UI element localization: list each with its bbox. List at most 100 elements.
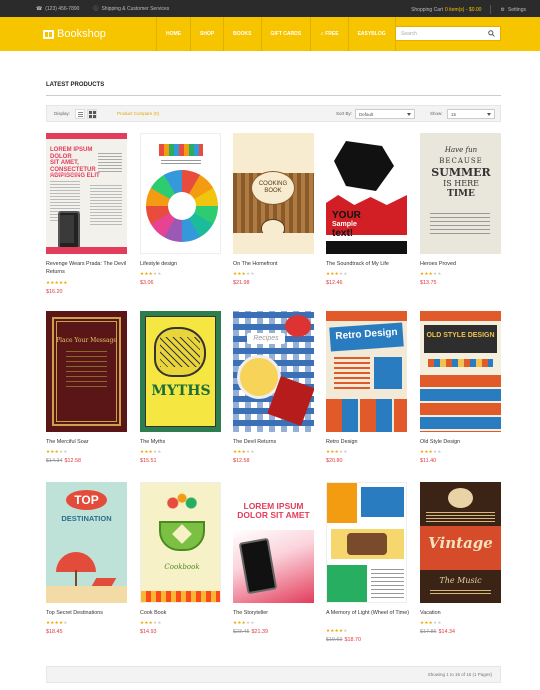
old-price: $23.45: [233, 629, 250, 635]
phone-number: (123) 456-7890: [45, 5, 80, 12]
cover-text: YOUR: [332, 210, 361, 221]
chevron-down-icon: [487, 113, 491, 116]
grid-icon: [93, 115, 96, 118]
product-price: $14.34 $12.58: [46, 458, 81, 464]
nav-easyblog[interactable]: EASYBLOG: [347, 17, 396, 51]
product-image[interactable]: TOP DESTINATION: [46, 482, 127, 603]
product-image[interactable]: Cookbook: [140, 482, 221, 603]
logo[interactable]: Bookshop: [43, 28, 106, 40]
nav-gift-cards[interactable]: GIFT CARDS: [260, 17, 311, 51]
product-image[interactable]: LOREM IPSUM DOLOR SIT AMET: [233, 482, 314, 603]
phone-info: ☎ (123) 456-7890: [36, 6, 79, 12]
show-value: 15: [451, 112, 457, 117]
price-value: $15.51: [140, 458, 157, 464]
product-compare-link[interactable]: Product Compare (0): [117, 111, 159, 116]
show-select[interactable]: 15: [447, 109, 495, 119]
product-name[interactable]: The Devil Returns: [233, 438, 321, 446]
sort-select[interactable]: Default: [355, 109, 415, 119]
pagination-info: Showing 1 to 15 of 15 (1 Pages): [427, 672, 492, 677]
price-value: $13.75: [420, 280, 437, 286]
product-name[interactable]: On The Homefront: [233, 260, 321, 268]
cart-link[interactable]: Shopping Cart 0 item(s) - $0.00: [411, 7, 481, 13]
product-image[interactable]: [326, 482, 407, 603]
cover-text: TOP: [66, 490, 107, 510]
product-price: $13.75: [420, 280, 437, 286]
nav-shop[interactable]: SHOP: [190, 17, 223, 51]
grid-view-button[interactable]: [87, 109, 97, 119]
product-name[interactable]: The Merciful Soar: [46, 438, 134, 446]
product-image[interactable]: Vintage The Music: [420, 482, 501, 603]
show-label: Show:: [430, 111, 443, 116]
cover-text: Recipes: [247, 333, 285, 344]
product-name[interactable]: Top Secret Destinations: [46, 609, 134, 617]
grid-icon: [93, 111, 96, 114]
product-price: $11.40: [420, 458, 436, 464]
product-name[interactable]: Retro Design: [326, 438, 414, 446]
product-image[interactable]: OLD STYLE DESIGN: [420, 311, 501, 432]
divider: [490, 5, 492, 14]
product-name[interactable]: The Storyteller: [233, 609, 321, 617]
product-image[interactable]: LOREM IPSUM DOLOR SIT AMET, CONSECTETUR …: [46, 133, 127, 254]
cover-text: LOREM IPSUM DOLOR: [50, 147, 93, 160]
search-placeholder: Search: [401, 31, 417, 37]
search-icon[interactable]: [488, 30, 495, 37]
price-value: $12.58: [64, 458, 82, 464]
product-image[interactable]: [140, 133, 221, 254]
product-name[interactable]: The Soundtrack of My Life: [326, 260, 414, 268]
search-input[interactable]: Search: [395, 26, 501, 41]
cover-text: SIT AMET, CONSECTETUR: [50, 160, 96, 173]
shipping-link[interactable]: ⓘ Shipping & Customer Services: [93, 5, 169, 13]
list-view-button[interactable]: [75, 109, 85, 119]
cover-text: Have fun: [444, 146, 478, 154]
phone-icon: ☎: [36, 5, 43, 12]
cover-text: DESTINATION: [61, 514, 112, 523]
section-title: LATEST PRODUCTS: [46, 82, 105, 88]
product-image[interactable]: Retro Design: [326, 311, 407, 432]
sort-value: Default: [359, 112, 374, 117]
product-name[interactable]: A Memory of Light (Wheel of Time): [326, 609, 414, 617]
product-name[interactable]: Revenge Wears Prada: The Devil Returns: [46, 260, 134, 276]
price-value: $20.80: [326, 458, 343, 464]
cover-text: OLD STYLE DESIGN: [426, 332, 495, 339]
product-price: $15.51: [140, 458, 157, 464]
price-value: $18.45: [46, 629, 63, 635]
nav-home[interactable]: HOME: [156, 17, 190, 51]
nav-free[interactable]: ♫ FREE: [310, 17, 347, 51]
product-name[interactable]: Old Style Design: [420, 438, 508, 446]
product-image[interactable]: Place Your Message: [46, 311, 127, 432]
old-price: $17.86: [420, 629, 437, 635]
price-value: $14.93: [140, 629, 157, 635]
divider: [46, 95, 501, 96]
rating-stars: ★★★★★: [233, 271, 255, 276]
cover-text: Place Your Message: [56, 337, 117, 344]
product-name[interactable]: Cook Book: [140, 609, 228, 617]
product-toolbar: Display: Product Compare (0) Sort By: De…: [46, 105, 501, 122]
price-value: $21.39: [251, 629, 269, 635]
settings-link[interactable]: ⚙ Settings: [500, 7, 526, 13]
rating-stars: ★★★★★: [46, 280, 68, 285]
main-nav: HOME SHOP BOOKS GIFT CARDS ♫ FREE EASYBL…: [156, 17, 396, 51]
price-value: $11.40: [420, 458, 437, 464]
rating-stars: ★★★★★: [326, 628, 348, 633]
cover-text: Cookbook: [164, 563, 200, 571]
product-image[interactable]: COOKING BOOK: [233, 133, 314, 254]
price-value: $21.98: [233, 280, 250, 286]
product-image[interactable]: MYTHS: [140, 311, 221, 432]
nav-books[interactable]: BOOKS: [223, 17, 260, 51]
product-image[interactable]: Have fun BECAUSE SUMMER IS HERE TIME: [420, 133, 501, 254]
rating-stars: ★★★★★: [233, 620, 255, 625]
rating-stars: ★★★★★: [46, 620, 68, 625]
product-image[interactable]: Recipes: [233, 311, 314, 432]
price-value: $18.70: [344, 637, 362, 643]
product-name[interactable]: The Myths: [140, 438, 228, 446]
product-price: $19.60 $18.70: [326, 637, 361, 643]
product-name[interactable]: Lifestyle design: [140, 260, 228, 268]
product-name[interactable]: Heroes Proved: [420, 260, 508, 268]
product-image[interactable]: YOUR Sample text!: [326, 133, 407, 254]
product-price: $16.20: [46, 289, 63, 295]
old-price: $14.34: [46, 458, 63, 464]
product-name[interactable]: Vacation: [420, 609, 508, 617]
cover-text: BOOK: [264, 188, 282, 194]
rating-stars: ★★★★★: [140, 620, 162, 625]
rating-stars: ★★★★★: [326, 271, 348, 276]
